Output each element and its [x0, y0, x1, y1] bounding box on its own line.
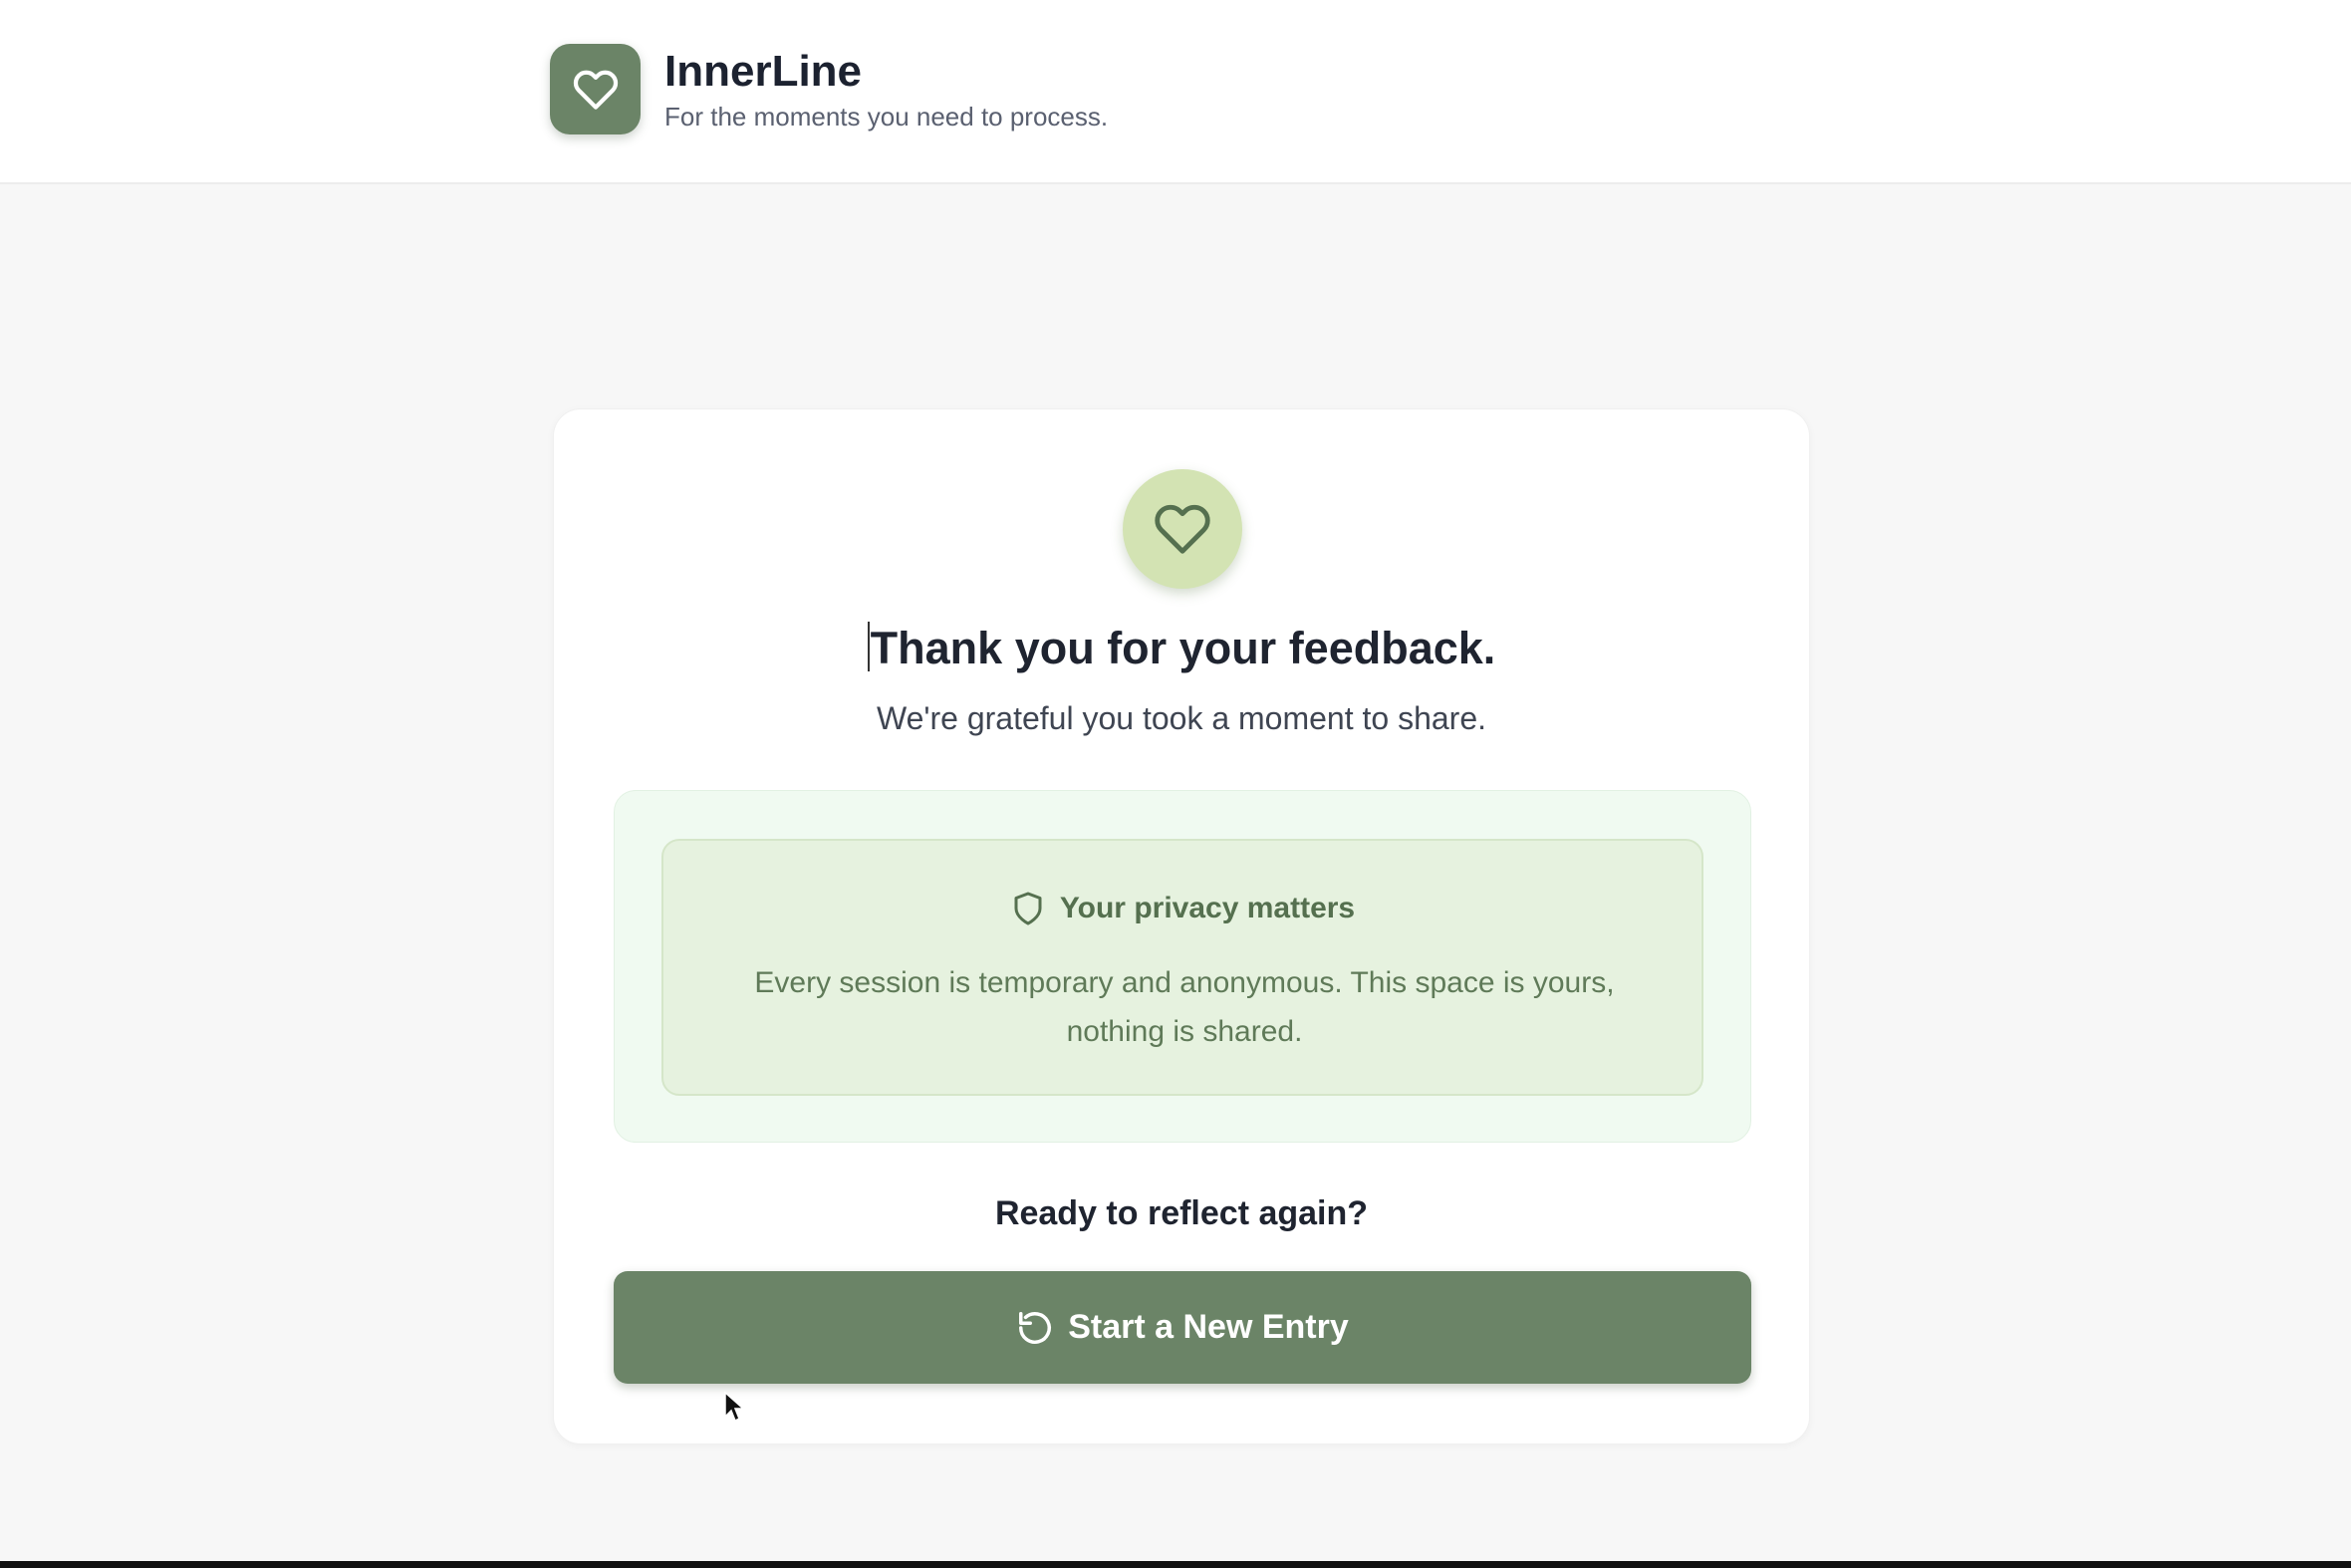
- privacy-notice: Your privacy matters Every session is te…: [661, 839, 1703, 1096]
- privacy-title: Your privacy matters: [1059, 892, 1356, 924]
- refresh-icon: [1019, 1311, 1052, 1344]
- brand: InnerLine For the moments you need to pr…: [550, 44, 1108, 134]
- shield-icon: [1014, 892, 1042, 925]
- confirmation-title-text: Thank you for your feedback.: [870, 623, 1496, 673]
- privacy-header: Your privacy matters: [663, 889, 1701, 928]
- app-header: InnerLine For the moments you need to pr…: [0, 0, 2351, 184]
- confirmation-subtitle: We're grateful you took a moment to shar…: [876, 700, 1487, 736]
- confirmation-title: Thank you for your feedback.: [554, 621, 1809, 676]
- start-new-entry-button[interactable]: Start a New Entry: [614, 1271, 1751, 1384]
- app-name: InnerLine: [664, 47, 863, 96]
- app-logo: [550, 44, 641, 134]
- bottom-edge: [0, 1561, 2351, 1568]
- brand-text: InnerLine For the moments you need to pr…: [664, 44, 1108, 131]
- privacy-body: Every session is temporary and anonymous…: [754, 966, 1615, 1048]
- reflect-prompt: Ready to reflect again?: [994, 1194, 1369, 1232]
- text-caret: [867, 622, 870, 671]
- privacy-panel: Your privacy matters Every session is te…: [614, 790, 1751, 1143]
- start-new-entry-label: Start a New Entry: [1068, 1308, 1349, 1346]
- heart-icon: [1155, 504, 1210, 554]
- mouse-cursor-icon: [723, 1391, 745, 1428]
- confirmation-card: Thank you for your feedback. We're grate…: [553, 408, 1810, 1444]
- heart-icon: [573, 70, 618, 110]
- app-tagline: For the moments you need to process.: [664, 102, 1109, 131]
- confirmation-badge: [1123, 469, 1242, 589]
